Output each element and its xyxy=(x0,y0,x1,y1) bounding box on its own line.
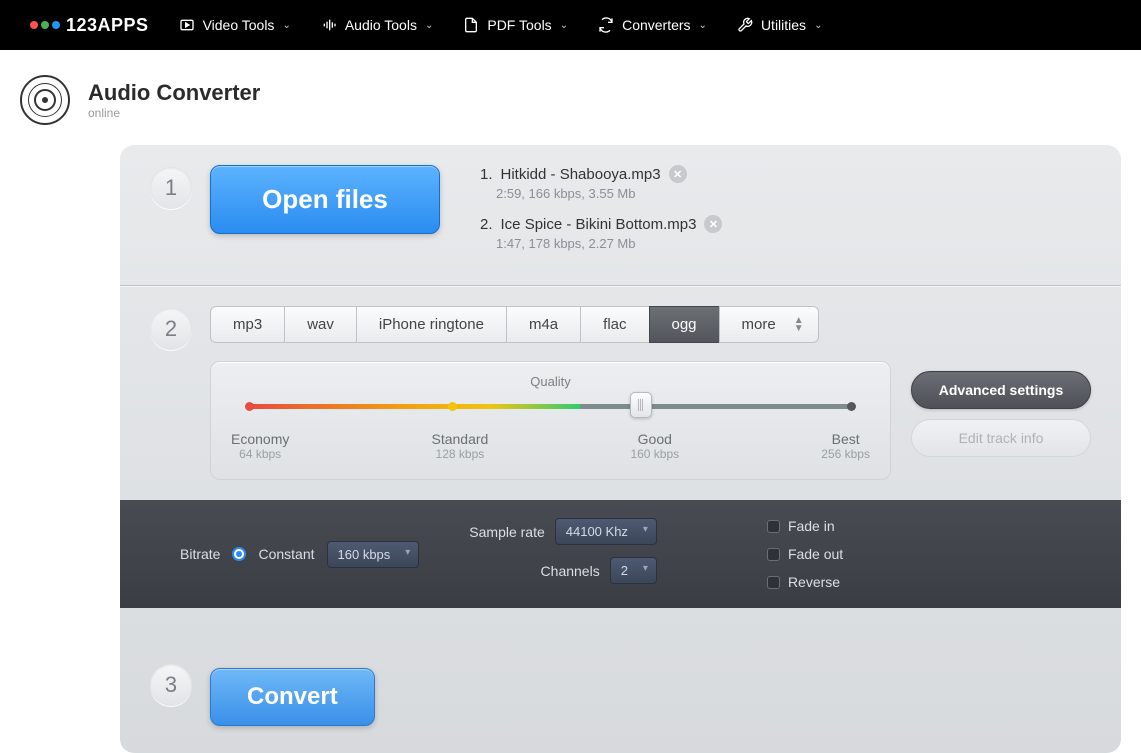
fadein-label: Fade in xyxy=(788,518,835,534)
nav-item-label: Converters xyxy=(622,17,690,33)
quality-label: Best xyxy=(821,431,870,447)
file-row: 1. Hitkidd - Shabooya.mp3 ✕ 2:59, 166 kb… xyxy=(480,165,1091,201)
file-row: 2. Ice Spice - Bikini Bottom.mp3 ✕ 1:47,… xyxy=(480,215,1091,251)
page-subtitle: online xyxy=(88,106,260,120)
refresh-icon xyxy=(598,17,614,33)
quality-label: Standard xyxy=(431,431,488,447)
page-title: Audio Converter xyxy=(88,80,260,106)
top-nav: 123APPS Video Tools ⌄ Audio Tools ⌄ PDF … xyxy=(0,0,1141,50)
quality-kbps: 64 kbps xyxy=(231,447,289,461)
tools-icon xyxy=(737,17,753,33)
file-meta: 2:59, 166 kbps, 3.55 Mb xyxy=(496,186,1091,201)
format-selector: mp3 wav iPhone ringtone m4a flac ogg mor… xyxy=(210,306,1091,343)
quality-title: Quality xyxy=(241,374,860,389)
more-label: more xyxy=(742,316,776,333)
quality-label: Good xyxy=(630,431,679,447)
quality-panel: Quality Economy64 kbps Standard128 kbps … xyxy=(210,361,891,480)
slider-handle[interactable] xyxy=(630,392,652,418)
file-index: 2. xyxy=(480,216,493,233)
step-number: 1 xyxy=(150,167,192,209)
advanced-settings-button[interactable]: Advanced settings xyxy=(911,371,1091,409)
format-ogg[interactable]: ogg xyxy=(649,306,719,343)
chevron-down-icon: ⌄ xyxy=(425,20,433,31)
format-m4a[interactable]: m4a xyxy=(506,306,580,343)
file-name-text: Hitkidd - Shabooya.mp3 xyxy=(501,166,661,183)
nav-converters[interactable]: Converters ⌄ xyxy=(598,17,707,33)
nav-utilities[interactable]: Utilities ⌄ xyxy=(737,17,823,33)
file-list: 1. Hitkidd - Shabooya.mp3 ✕ 2:59, 166 kb… xyxy=(480,165,1091,265)
convert-button[interactable]: Convert xyxy=(210,668,375,726)
logo-dots-icon xyxy=(30,21,60,29)
disc-icon xyxy=(20,75,70,125)
audio-wave-icon xyxy=(321,17,337,33)
advanced-settings-panel: Bitrate Constant 160 kbps Sample rate 44… xyxy=(120,500,1121,608)
file-meta: 1:47, 178 kbps, 2.27 Mb xyxy=(496,236,1091,251)
bitrate-mode-label: Constant xyxy=(258,546,314,562)
quality-kbps: 128 kbps xyxy=(431,447,488,461)
step-3: 3 Convert xyxy=(120,608,1121,752)
quality-kbps: 160 kbps xyxy=(630,447,679,461)
fadeout-checkbox[interactable] xyxy=(767,548,780,561)
slider-tick xyxy=(448,402,457,411)
logo[interactable]: 123APPS xyxy=(30,15,149,36)
bitrate-constant-radio[interactable] xyxy=(232,547,246,561)
file-index: 1. xyxy=(480,166,493,183)
open-files-button[interactable]: Open files xyxy=(210,165,440,234)
bitrate-select[interactable]: 160 kbps xyxy=(327,541,420,568)
step-number: 3 xyxy=(150,664,192,706)
edit-track-info-button: Edit track info xyxy=(911,419,1091,457)
step-2: 2 mp3 wav iPhone ringtone m4a flac ogg m… xyxy=(120,286,1121,500)
format-mp3[interactable]: mp3 xyxy=(210,306,284,343)
step-1: 1 Open files 1. Hitkidd - Shabooya.mp3 ✕… xyxy=(120,145,1121,285)
nav-item-label: Utilities xyxy=(761,17,806,33)
nav-video-tools[interactable]: Video Tools ⌄ xyxy=(179,17,291,33)
document-icon xyxy=(463,17,479,33)
remove-file-button[interactable]: ✕ xyxy=(669,165,687,183)
format-more-button[interactable]: more ▲▼ xyxy=(719,306,819,343)
step-number: 2 xyxy=(150,308,192,350)
quality-labels: Economy64 kbps Standard128 kbps Good160 … xyxy=(241,431,860,461)
quality-label: Economy xyxy=(231,431,289,447)
reverse-checkbox[interactable] xyxy=(767,576,780,589)
reverse-label: Reverse xyxy=(788,574,840,590)
page-header: Audio Converter online xyxy=(0,50,1141,145)
main-panel: 1 Open files 1. Hitkidd - Shabooya.mp3 ✕… xyxy=(120,145,1121,753)
nav-item-label: Video Tools xyxy=(203,17,275,33)
format-wav[interactable]: wav xyxy=(284,306,356,343)
samplerate-select[interactable]: 44100 Khz xyxy=(555,518,657,545)
logo-text: 123APPS xyxy=(66,15,149,36)
fadein-checkbox[interactable] xyxy=(767,520,780,533)
nav-pdf-tools[interactable]: PDF Tools ⌄ xyxy=(463,17,568,33)
fadeout-label: Fade out xyxy=(788,546,843,562)
format-flac[interactable]: flac xyxy=(580,306,648,343)
channels-label: Channels xyxy=(541,563,600,579)
updown-icon: ▲▼ xyxy=(794,317,804,333)
chevron-down-icon: ⌄ xyxy=(699,20,707,31)
slider-tick xyxy=(847,402,856,411)
nav-audio-tools[interactable]: Audio Tools ⌄ xyxy=(321,17,434,33)
samplerate-label: Sample rate xyxy=(469,524,544,540)
chevron-down-icon: ⌄ xyxy=(282,20,290,31)
bitrate-label: Bitrate xyxy=(180,546,220,562)
remove-file-button[interactable]: ✕ xyxy=(704,215,722,233)
quality-kbps: 256 kbps xyxy=(821,447,870,461)
quality-slider[interactable] xyxy=(249,401,852,411)
channels-select[interactable]: 2 xyxy=(610,557,657,584)
file-name-text: Ice Spice - Bikini Bottom.mp3 xyxy=(501,216,697,233)
play-icon xyxy=(179,17,195,33)
slider-tick xyxy=(245,402,254,411)
nav-item-label: PDF Tools xyxy=(487,17,551,33)
nav-item-label: Audio Tools xyxy=(345,17,417,33)
format-iphone-ringtone[interactable]: iPhone ringtone xyxy=(356,306,506,343)
chevron-down-icon: ⌄ xyxy=(814,20,822,31)
chevron-down-icon: ⌄ xyxy=(560,20,568,31)
